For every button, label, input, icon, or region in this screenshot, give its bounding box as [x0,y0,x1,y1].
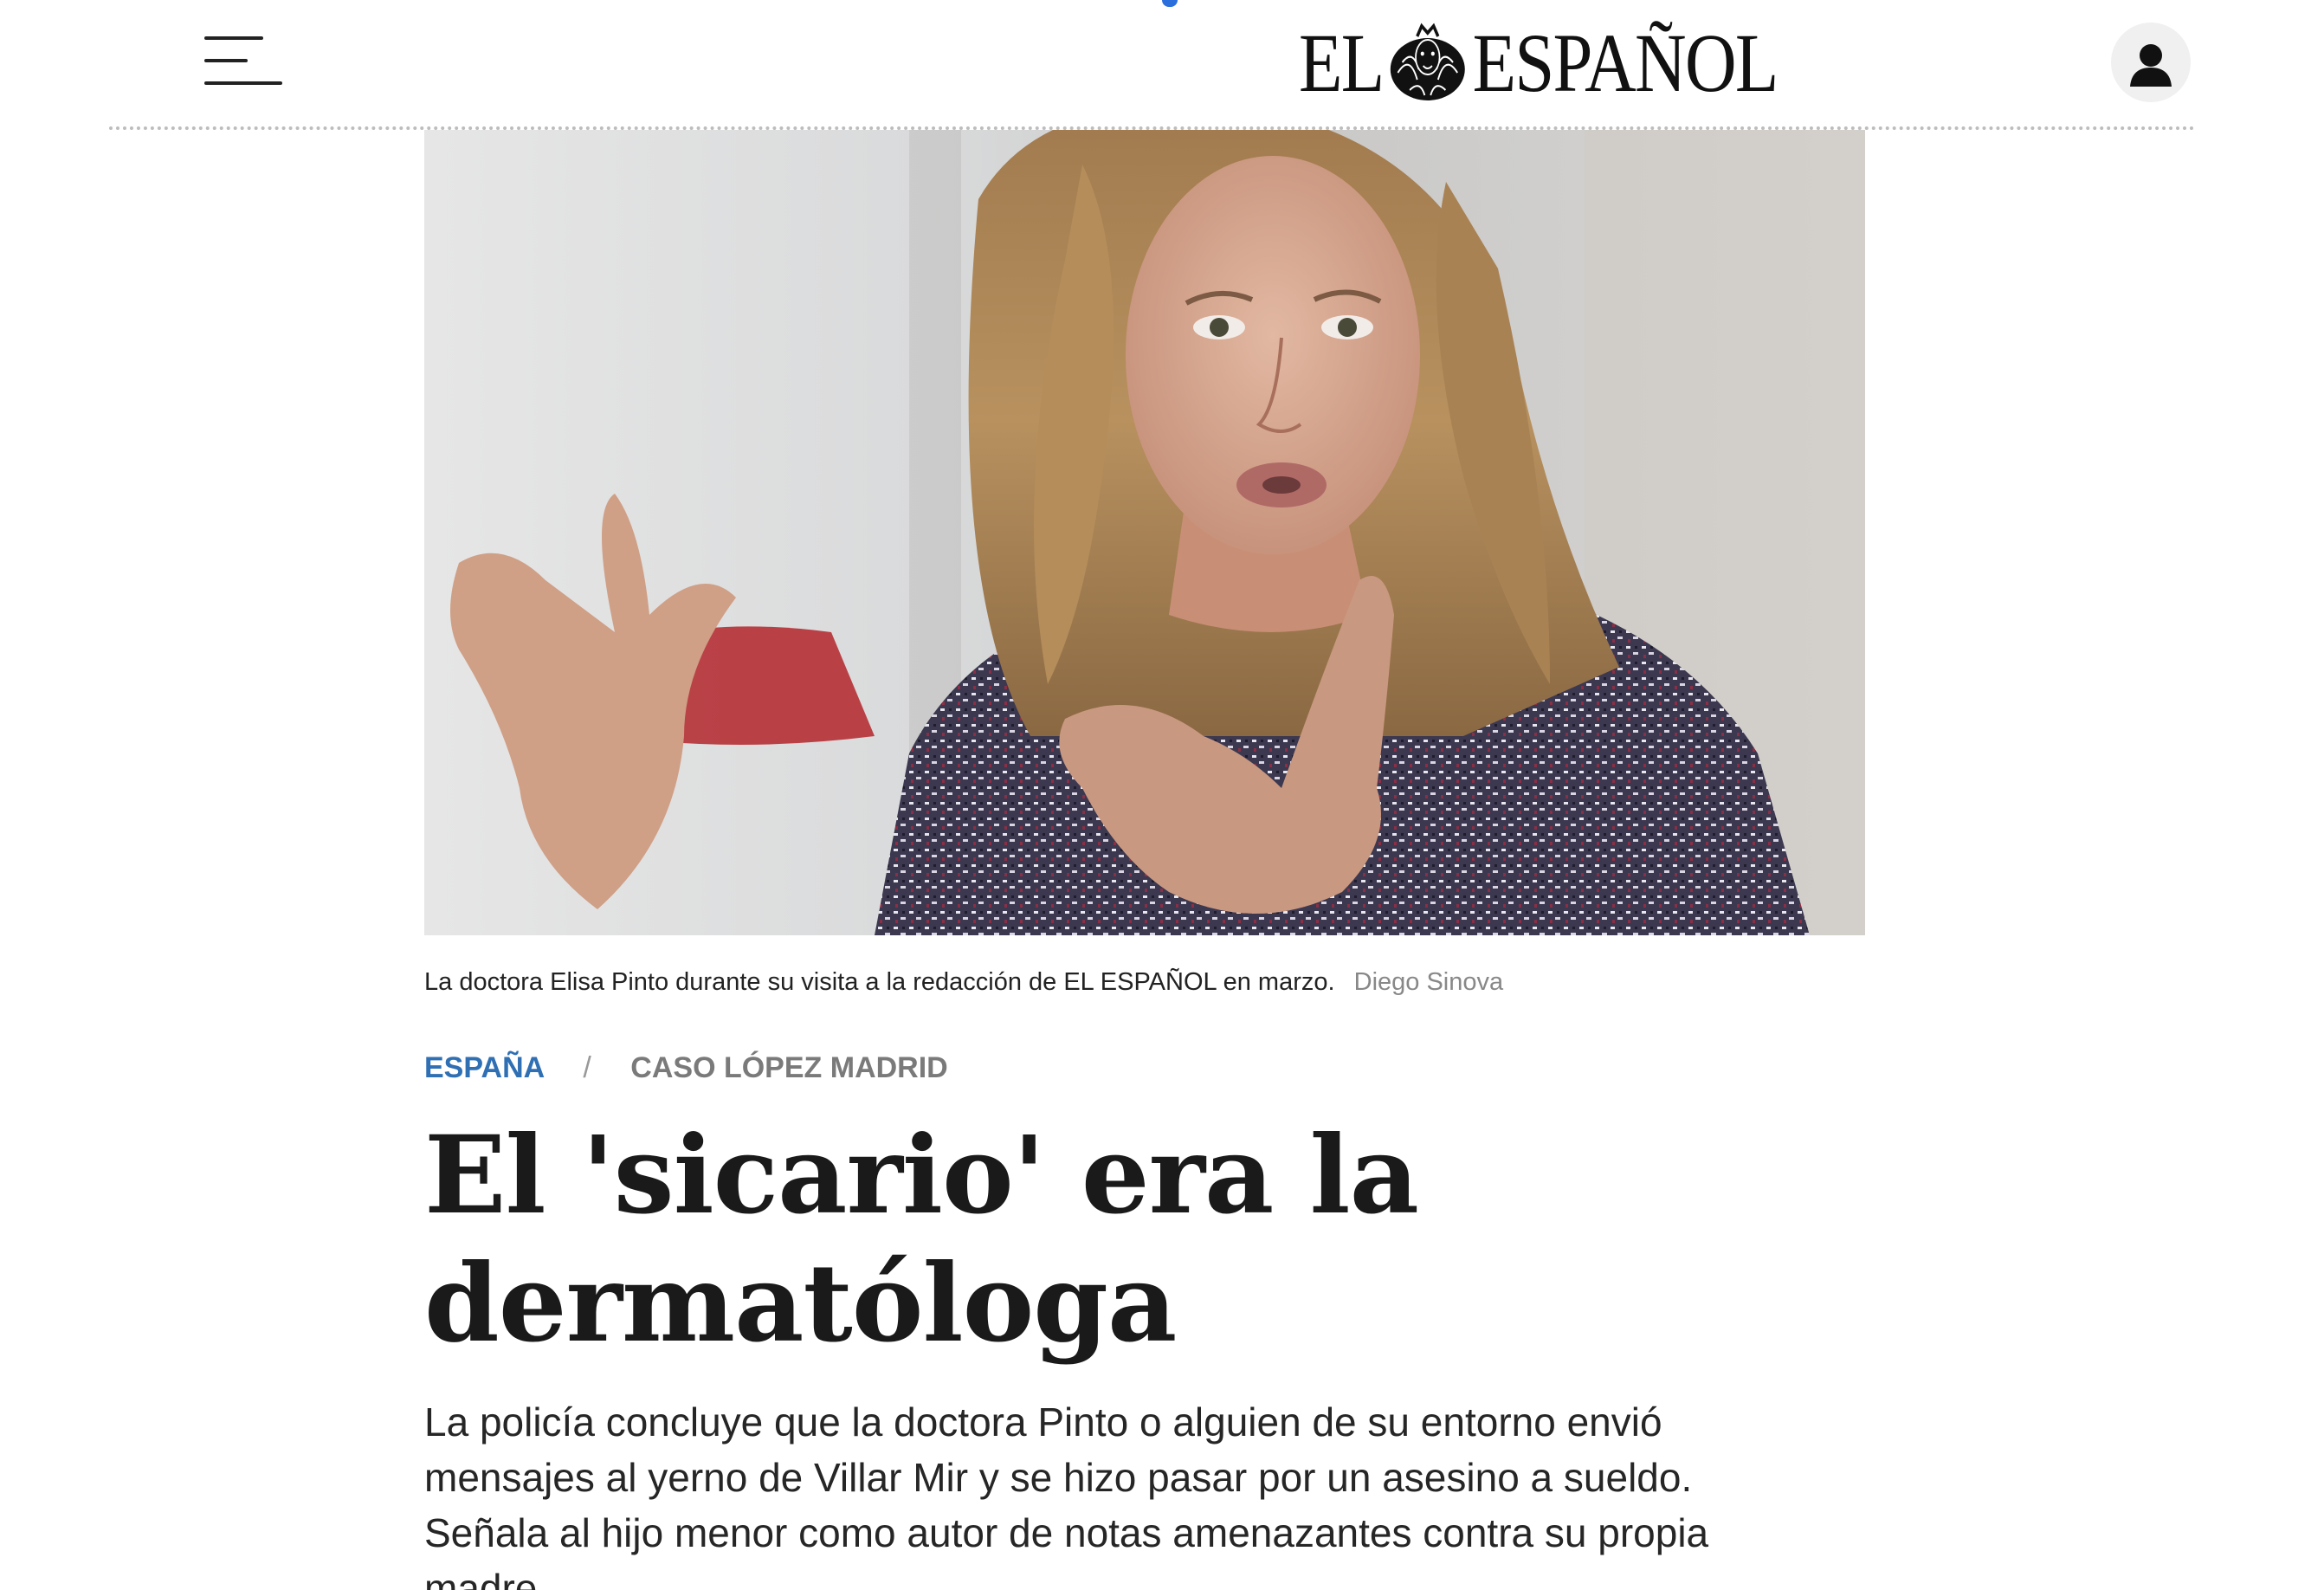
lion-logo-icon [1391,23,1466,100]
article-lead: La policía concluye que la doctora Pinto… [424,1399,1709,1590]
hamburger-menu-icon[interactable] [204,33,284,88]
hero-photo [424,130,1865,935]
breadcrumb: ESPAÑA / CASO LÓPEZ MADRID [424,1051,948,1085]
breadcrumb-section-link[interactable]: ESPAÑA [424,1051,544,1084]
top-accent-marker [1162,0,1178,7]
user-silhouette-icon [2130,44,2172,87]
article-page: EL ESPAÑOL La doctora Elisa Pinto durant… [0,0,2324,1590]
breadcrumb-topic-link[interactable]: CASO LÓPEZ MADRID [630,1051,947,1084]
site-logo[interactable]: EL ESPAÑOL [1299,16,1779,109]
menu-bar-middle [204,59,248,62]
logo-text-left: EL [1299,16,1385,109]
caption-text: La doctora Elisa Pinto durante su visita… [424,968,1335,996]
menu-bar-top [204,36,263,40]
site-header: EL ESPAÑOL [0,0,2324,130]
hero-photo-illustration [424,130,1865,935]
photo-caption: La doctora Elisa Pinto durante su visita… [424,968,1896,997]
article-headline: El 'sicario' era la dermatóloga [424,1113,1419,1367]
photo-credit: Diego Sinova [1353,968,1504,996]
user-icon[interactable] [2111,23,2191,102]
breadcrumb-separator: / [583,1051,591,1084]
logo-text-right: ESPAÑOL [1472,16,1779,109]
menu-bar-bottom [204,81,282,85]
